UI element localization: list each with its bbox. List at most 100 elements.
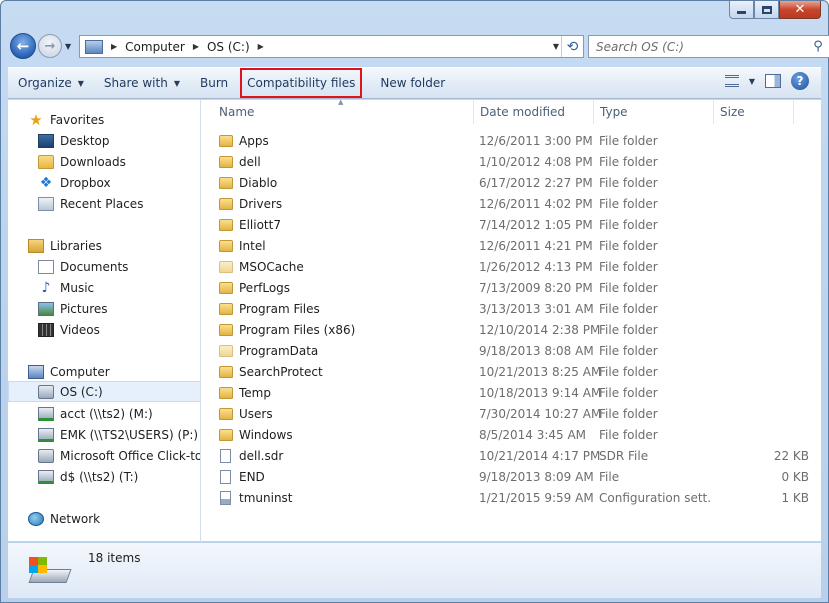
maximize-icon	[761, 5, 772, 14]
column-type-label: Type	[600, 105, 628, 119]
column-size-label: Size	[720, 105, 745, 119]
recent-pages-dropdown-icon[interactable]: ▼	[65, 42, 71, 51]
nav-os-c[interactable]: OS (C:)	[8, 381, 200, 402]
file-name: Program Files (x86)	[239, 322, 356, 337]
help-icon[interactable]: ?	[791, 72, 809, 90]
documents-icon	[38, 259, 54, 274]
nav-pictures-label: Pictures	[60, 301, 108, 316]
arrow-right-icon: →	[44, 38, 56, 54]
nav-acct-drive-label: acct (\\ts2) (M:)	[60, 406, 153, 421]
nav-libraries-label: Libraries	[50, 238, 102, 253]
compatibility-files-button[interactable]: Compatibility files	[240, 68, 363, 98]
change-view-icon[interactable]	[724, 75, 739, 87]
file-row[interactable]: PerfLogs 7/13/2009 8:20 PM File folder	[214, 277, 809, 298]
nav-recent-places[interactable]: Recent Places	[38, 193, 143, 214]
file-row[interactable]: dell.sdr 10/21/2014 4:17 PM SDR File 22 KB	[214, 445, 809, 466]
address-dropdown-icon[interactable]: ▼	[553, 42, 559, 51]
minimize-icon	[737, 11, 746, 14]
burn-label: Burn	[199, 76, 229, 90]
column-header-date[interactable]: Date modified	[474, 100, 594, 124]
star-icon: ★	[29, 110, 43, 129]
file-row[interactable]: tmuninst 1/21/2015 9:59 AM Configuration s…	[214, 487, 809, 508]
breadcrumb-os-c[interactable]: OS (C:)	[207, 40, 250, 54]
file-row[interactable]: Intel 12/6/2011 4:21 PM File folder	[214, 235, 809, 256]
folder-icon	[219, 302, 233, 315]
organize-button[interactable]: Organize ▼	[8, 71, 94, 95]
nav-videos[interactable]: Videos	[38, 319, 100, 340]
nav-emk-drive[interactable]: EMK (\\TS2\USERS) (P:)	[38, 424, 198, 445]
file-row[interactable]: Apps 12/6/2011 3:00 PM File folder	[214, 130, 809, 151]
folder-icon	[219, 134, 233, 147]
file-name: Program Files	[239, 301, 320, 316]
nav-desktop[interactable]: Desktop	[38, 130, 110, 151]
share-with-button[interactable]: Share with ▼	[94, 71, 190, 95]
refresh-button[interactable]: ⟲	[561, 36, 583, 57]
column-date-label: Date modified	[480, 105, 566, 119]
file-row[interactable]: Drivers 12/6/2011 4:02 PM File folder	[214, 193, 809, 214]
column-header-name[interactable]: Name	[202, 100, 474, 124]
file-type: File folder	[599, 406, 658, 421]
nav-pictures[interactable]: Pictures	[38, 298, 108, 319]
file-row[interactable]: Diablo 6/17/2012 2:27 PM File folder	[214, 172, 809, 193]
nav-favorites[interactable]: ★ Favorites	[28, 109, 104, 130]
file-type: File folder	[599, 196, 658, 211]
file-row[interactable]: Elliott7 7/14/2012 1:05 PM File folder	[214, 214, 809, 235]
back-button[interactable]: ←	[10, 33, 36, 59]
chevron-right-icon[interactable]: ▶	[193, 42, 199, 51]
nav-downloads[interactable]: Downloads	[38, 151, 126, 172]
file-row[interactable]: MSOCache 1/26/2012 4:13 PM File folder	[214, 256, 809, 277]
chevron-right-icon[interactable]: ▶	[111, 42, 117, 51]
file-icon	[220, 448, 231, 463]
hidden-folder-icon	[219, 344, 233, 357]
file-row[interactable]: Program Files (x86) 12/10/2014 2:38 PM Fil…	[214, 319, 809, 340]
close-button[interactable]: ✕	[779, 1, 821, 19]
compatibility-files-label: Compatibility files	[247, 76, 356, 90]
nav-libraries[interactable]: Libraries	[28, 235, 102, 256]
burn-button[interactable]: Burn	[190, 71, 238, 95]
network-drive-icon	[38, 469, 54, 484]
nav-acct-drive[interactable]: acct (\\ts2) (M:)	[38, 403, 153, 424]
new-folder-button[interactable]: New folder	[370, 71, 455, 95]
nav-music[interactable]: ♪ Music	[38, 277, 95, 298]
column-header-type[interactable]: Type	[594, 100, 714, 124]
computer-icon	[28, 364, 44, 379]
file-row[interactable]: END 9/18/2013 8:09 AM File 0 KB	[214, 466, 809, 487]
nav-documents[interactable]: Documents	[38, 256, 128, 277]
nav-d-dollar-drive-label: d$ (\\ts2) (T:)	[60, 469, 139, 484]
file-name: ProgramData	[239, 343, 319, 358]
nav-downloads-label: Downloads	[60, 154, 126, 169]
network-drive-icon	[38, 406, 54, 421]
refresh-icon: ⟲	[566, 38, 579, 55]
file-row[interactable]: SearchProtect 10/21/2013 8:25 AM File fold…	[214, 361, 809, 382]
chevron-right-icon[interactable]: ▶	[258, 42, 264, 51]
file-type: File folder	[599, 280, 658, 295]
file-icon	[220, 469, 231, 484]
minimize-button[interactable]	[729, 1, 754, 19]
nav-office-drive[interactable]: Microsoft Office Click-to-R	[38, 445, 200, 466]
nav-network[interactable]: Network	[28, 508, 100, 529]
nav-computer[interactable]: Computer	[28, 361, 110, 382]
forward-button[interactable]: →	[38, 34, 62, 58]
preview-pane-icon[interactable]	[765, 74, 781, 88]
breadcrumb-computer[interactable]: Computer	[125, 40, 185, 54]
address-bar[interactable]: ▶ Computer ▶ OS (C:) ▶ ▼ ⟲	[79, 35, 584, 58]
search-input[interactable]	[589, 39, 807, 54]
file-row[interactable]: Windows 8/5/2014 3:45 AM File folder	[214, 424, 809, 445]
file-name: Temp	[239, 385, 271, 400]
file-row[interactable]: Users 7/30/2014 10:27 AM File folder	[214, 403, 809, 424]
videos-icon	[38, 322, 54, 337]
file-row[interactable]: Temp 10/18/2013 9:14 AM File folder	[214, 382, 809, 403]
network-icon	[28, 511, 44, 526]
search-icon[interactable]: ⚲	[807, 39, 829, 54]
file-row[interactable]: Program Files 3/13/2013 3:01 AM File folde…	[214, 298, 809, 319]
file-row[interactable]: dell 1/10/2012 4:08 PM File folder	[214, 151, 809, 172]
file-name: Drivers	[239, 196, 283, 211]
folder-icon	[219, 197, 233, 210]
file-size: 22 KB	[773, 448, 809, 463]
maximize-button[interactable]	[754, 1, 779, 19]
nav-dropbox[interactable]: ❖ Dropbox	[38, 172, 111, 193]
nav-d-dollar-drive[interactable]: d$ (\\ts2) (T:)	[38, 466, 138, 487]
view-options-dropdown-icon[interactable]: ▼	[749, 77, 755, 86]
file-row[interactable]: ProgramData 9/18/2013 8:08 AM File folder	[214, 340, 809, 361]
column-header-size[interactable]: Size	[714, 100, 794, 124]
